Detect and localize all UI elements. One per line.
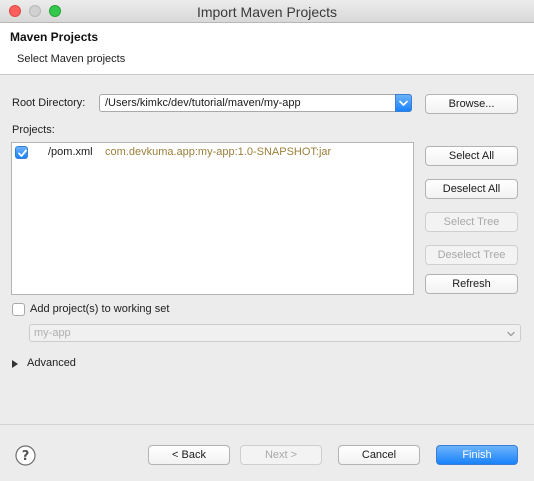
- projects-tree[interactable]: /pom.xml com.devkuma.app:my-app:1.0-SNAP…: [11, 142, 414, 295]
- disclosure-triangle-icon: [12, 360, 18, 368]
- window-title: Import Maven Projects: [196, 4, 338, 20]
- projects-label: Projects:: [12, 124, 55, 136]
- tree-row[interactable]: /pom.xml com.devkuma.app:my-app:1.0-SNAP…: [12, 143, 413, 161]
- back-button[interactable]: < Back: [148, 445, 230, 465]
- deselect-tree-button[interactable]: Deselect Tree: [425, 245, 518, 265]
- browse-button[interactable]: Browse...: [425, 94, 518, 114]
- select-tree-button[interactable]: Select Tree: [425, 212, 518, 232]
- chevron-down-icon: [506, 328, 516, 342]
- finish-button[interactable]: Finish: [436, 445, 518, 465]
- select-all-button[interactable]: Select All: [425, 146, 518, 166]
- root-directory-value: /Users/kimkc/dev/tutorial/maven/my-app: [105, 97, 301, 109]
- deselect-all-button[interactable]: Deselect All: [425, 179, 518, 199]
- title-bar: Import Maven Projects: [0, 0, 534, 23]
- checkmark-icon: [18, 149, 27, 157]
- project-artifact-id: com.devkuma.app:my-app:1.0-SNAPSHOT:jar: [105, 146, 332, 158]
- project-checkbox[interactable]: [15, 146, 28, 159]
- wizard-header: Maven Projects Select Maven projects: [0, 23, 534, 75]
- svg-text:?: ?: [22, 449, 30, 464]
- help-icon: ?: [15, 445, 36, 466]
- project-pom-path: /pom.xml: [48, 146, 93, 158]
- import-maven-projects-window: Import Maven Projects Maven Projects Sel…: [0, 0, 534, 481]
- advanced-label: Advanced: [27, 357, 76, 369]
- page-title: Maven Projects: [10, 30, 99, 44]
- page-subtitle: Select Maven projects: [17, 53, 126, 65]
- next-button[interactable]: Next >: [240, 445, 322, 465]
- root-directory-dropdown-button[interactable]: [395, 94, 412, 112]
- cancel-button[interactable]: Cancel: [338, 445, 420, 465]
- chevron-down-icon: [399, 100, 408, 106]
- working-set-value: my-app: [34, 327, 71, 339]
- refresh-button[interactable]: Refresh: [425, 274, 518, 294]
- root-directory-label: Root Directory:: [12, 97, 86, 109]
- working-set-select[interactable]: my-app: [29, 324, 521, 342]
- footer-divider: [0, 424, 534, 425]
- add-to-working-set-checkbox[interactable]: [12, 303, 25, 316]
- root-directory-combo[interactable]: /Users/kimkc/dev/tutorial/maven/my-app: [99, 94, 412, 112]
- add-to-working-set-label: Add project(s) to working set: [30, 303, 170, 315]
- advanced-section-toggle[interactable]: Advanced: [10, 356, 90, 372]
- help-button[interactable]: ?: [15, 445, 36, 466]
